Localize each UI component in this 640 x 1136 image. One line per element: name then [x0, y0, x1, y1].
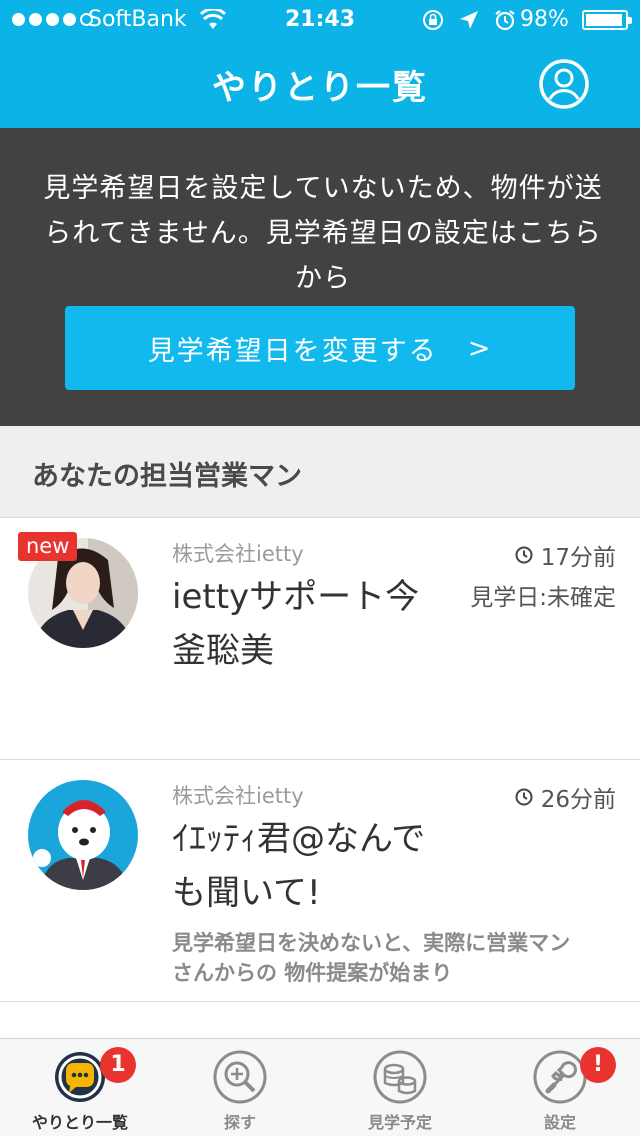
message-preview: 見学希望日を決めないと、実際に営業マンさんからの 物件提案が始まり [172, 931, 571, 985]
conversation-item[interactable]: 株式会社ietty ｲｴｯﾃｨ君@なんでも聞いて! 26分前 見学希望日を決めな… [0, 760, 640, 1002]
change-visit-date-label: 見学希望日を変更する [147, 335, 438, 367]
tab-label: やりとり一覧 [31, 1113, 128, 1132]
tab-label: 探す [223, 1113, 256, 1132]
change-visit-date-button[interactable]: 見学希望日を変更する > [65, 306, 575, 390]
chevron-right-icon: > [467, 332, 493, 364]
coins-icon [373, 1050, 427, 1104]
contact-name: ｲｴｯﾃｨ君@なんでも聞いて! [172, 819, 426, 913]
company-name: 株式会社ietty [172, 784, 304, 808]
clock-icon [515, 788, 533, 806]
avatar [28, 780, 138, 890]
timestamp: 17分前 [515, 538, 616, 572]
visit-date: 見学日:未確定 [470, 585, 616, 611]
alarm-icon [495, 10, 515, 31]
notice-banner: 見学希望日を設定していないため、物件が送られてきません。見学希望日の設定はこちら… [0, 128, 640, 426]
time-ago-text: 17分前 [540, 545, 616, 571]
time-ago-text: 26分前 [540, 787, 616, 813]
tab-bar: 1 やりとり一覧 探す 見学予定 ! 設定 [0, 1038, 640, 1136]
tab-search[interactable]: 探す [160, 1039, 320, 1136]
tab-label: 設定 [543, 1113, 576, 1132]
section-header: あなたの担当営業マン [0, 426, 640, 518]
company-name: 株式会社ietty [172, 542, 304, 566]
tab-conversations[interactable]: 1 やりとり一覧 [0, 1039, 160, 1136]
wrench-icon [533, 1050, 587, 1104]
notice-message: 見学希望日を設定していないため、物件が送られてきません。見学希望日の設定はこちら… [43, 173, 603, 294]
user-circle-icon[interactable] [538, 58, 590, 110]
new-badge: new [18, 532, 78, 561]
timestamp: 26分前 [515, 780, 616, 814]
top-bar: SoftBank 21:43 98% やりとり一覧 [0, 0, 640, 128]
conversation-item[interactable]: new 株式会社ietty iettyサポート今釜聡美 17分前 見学日:未確定 [0, 518, 640, 760]
tab-label: 見学予定 [367, 1113, 432, 1132]
section-title: あなたの担当営業マン [32, 461, 302, 492]
clock-icon [515, 546, 533, 564]
status-bar: SoftBank 21:43 98% [0, 0, 640, 40]
rotation-lock-icon [423, 10, 443, 30]
location-arrow-icon [460, 11, 478, 29]
battery-icon [582, 10, 632, 30]
search-icon [213, 1050, 267, 1104]
contact-name: iettyサポート今釜聡美 [172, 577, 420, 671]
tab-settings[interactable]: ! 設定 [480, 1039, 640, 1136]
tab-visit-schedule[interactable]: 見学予定 [320, 1039, 480, 1136]
alert-badge: ! [580, 1047, 616, 1083]
battery-percentage: 98% [520, 7, 569, 32]
unread-badge: 1 [100, 1047, 136, 1083]
chat-bubble-icon [55, 1052, 105, 1102]
